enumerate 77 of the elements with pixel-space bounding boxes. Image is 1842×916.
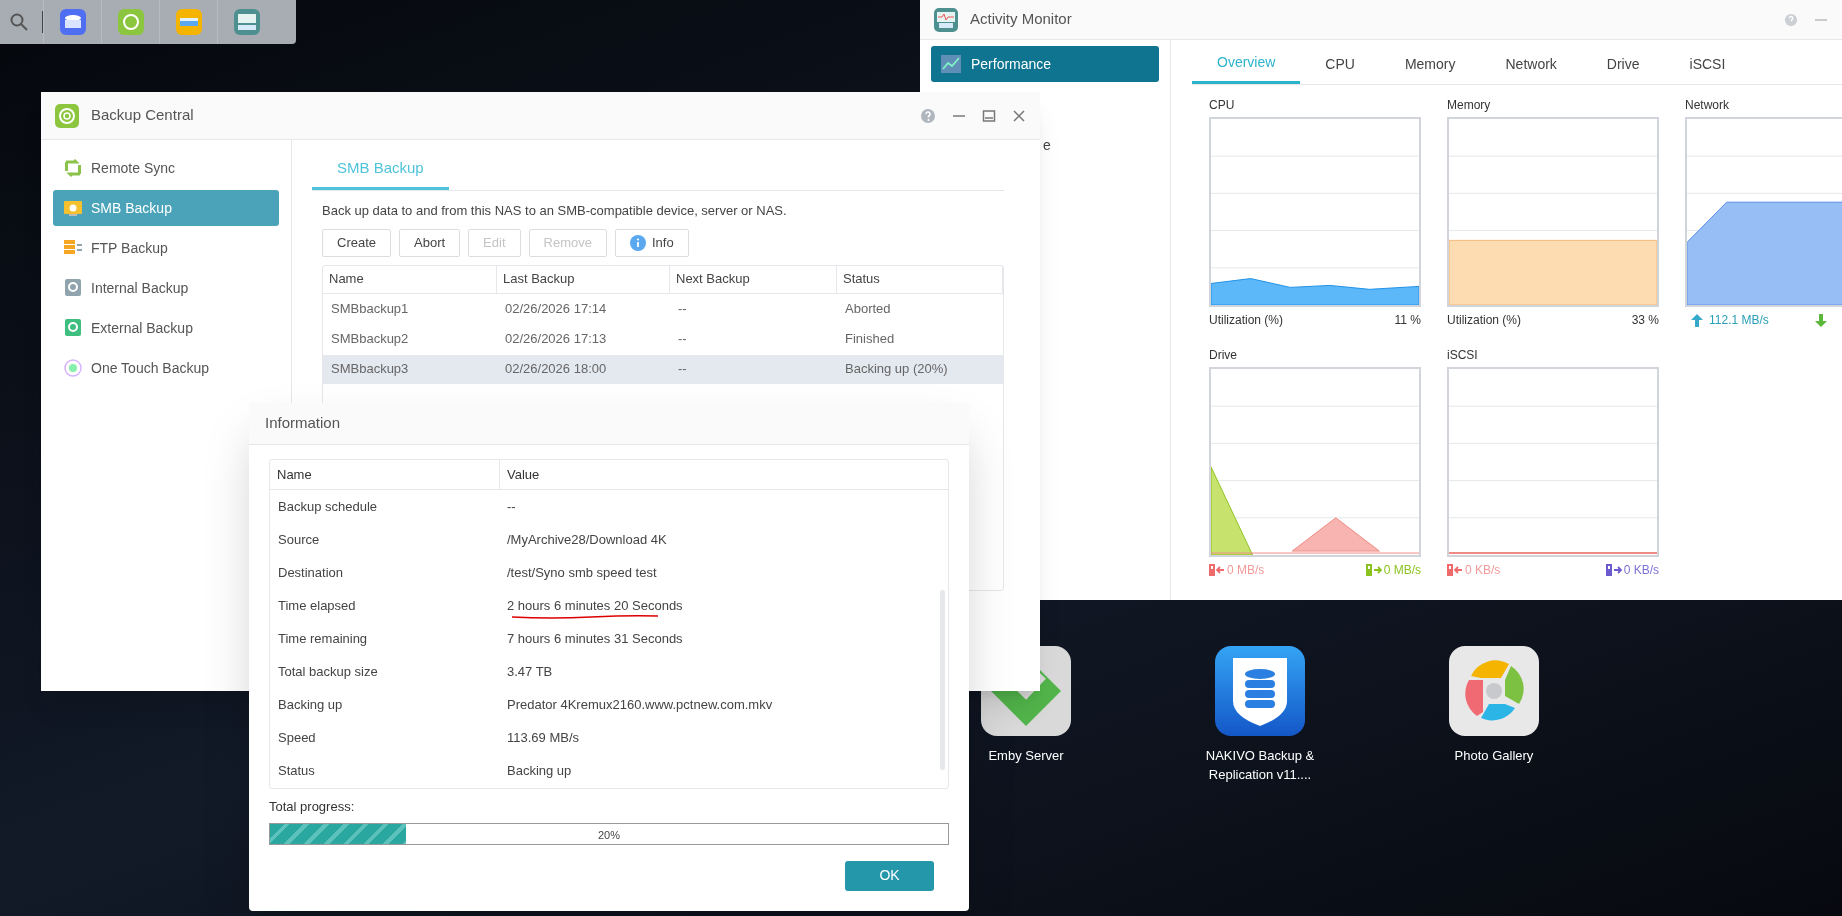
tab[interactable]: Network [1480, 44, 1582, 84]
table-cell-text: 02/26/2026 17:14 [504, 300, 608, 319]
table-cell: Predator 4Kremux2160.www.pctnew.com.mkv [507, 696, 773, 712]
write-speed: 0 MB/s [1383, 562, 1421, 579]
table-cell-text: Status [277, 761, 316, 780]
sidebar-item[interactable]: e [1043, 127, 1051, 163]
column-header[interactable]: Name [323, 265, 497, 293]
read-speed: 0 MB/s [1227, 562, 1265, 579]
sidebar-item[interactable]: FTP Backup [53, 230, 279, 266]
panel-title: CPU [1209, 97, 1236, 113]
table-cell: Backing up [507, 762, 572, 778]
table-cell: 3.47 TB [507, 663, 553, 679]
table-cell: 7 hours 6 minutes 31 Seconds [507, 630, 683, 646]
table-cell-text: 02/26/2026 18:00 [504, 360, 608, 379]
table-row[interactable]: SMBbackup3 02/26/2026 18:00 -- Backing up (20%) [323, 354, 1003, 384]
toolbar-button[interactable]: Abort [399, 228, 461, 257]
progress-label: Total progress: [269, 798, 356, 816]
window-title: Backup Central [91, 105, 194, 126]
table-cell-text: Finished [844, 330, 896, 349]
table-cell-text: -- [677, 360, 688, 379]
table-cell-text: Time elapsed [277, 596, 357, 615]
sidebar-item[interactable]: Remote Sync [53, 150, 279, 186]
upload-speed: 112.1 MB/s [1709, 312, 1769, 329]
table-cell: 2 hours 6 minutes 20 Seconds [507, 597, 683, 613]
table-cell-text: Speed [277, 728, 317, 747]
window-title: Activity Monitor [970, 9, 1072, 30]
table-row[interactable]: SMBbackup1 02/26/2026 17:14 -- Aborted [323, 294, 1003, 324]
app-label: NAKIVO Backup & Replication v11.... [1204, 747, 1316, 784]
utilization-label: Utilization (%) [1209, 312, 1283, 329]
table-cell: 113.69 MB/s [507, 729, 580, 745]
utilization-value: 11 % [1394, 312, 1421, 329]
panel-title: Drive [1209, 347, 1238, 363]
progress-text: 20% [598, 827, 620, 843]
toolbar-button[interactable]: Create [322, 228, 392, 257]
panel-title: iSCSI [1447, 347, 1479, 363]
table-cell-text: -- [677, 330, 688, 349]
table-cell-text: SMBbackup2 [330, 330, 410, 349]
table-cell-text: Backing up [277, 695, 344, 714]
table-cell-text: Destination [277, 563, 345, 582]
table-cell-text: Source [277, 530, 321, 549]
table-cell-text: 02/26/2026 17:13 [504, 330, 608, 349]
toolbar-button[interactable]: Info [614, 228, 689, 257]
table-cell: -- [507, 498, 516, 514]
tab[interactable]: CPU [1300, 44, 1380, 84]
column-header[interactable]: Value [500, 460, 948, 489]
table-cell: /test/Syno smb speed test [507, 564, 657, 580]
sidebar-item[interactable]: External Backup [53, 310, 279, 346]
write-speed: 0 KB/s [1623, 562, 1659, 579]
panel-title: Network [1685, 97, 1730, 113]
utilization-value: 33 % [1631, 312, 1659, 329]
utilization-label: Utilization (%) [1447, 312, 1521, 329]
table-cell-text: Total backup size [277, 662, 379, 681]
table-cell-text: Backing up (20%) [844, 360, 949, 379]
description: Back up data to and from this NAS to an SMB-compatible device, server or NAS. [322, 202, 788, 220]
sidebar-item[interactable]: One Touch Backup [53, 350, 279, 386]
app-label: Photo Gallery [1453, 747, 1535, 765]
table-cell-text: Backup schedule [277, 497, 378, 516]
dialog-title: Information [265, 413, 341, 434]
table-cell-text: -- [677, 300, 688, 319]
table-cell-text: SMBbackup3 [330, 360, 410, 379]
table-cell: /MyArchive28/Download 4K [507, 531, 667, 547]
table-cell-text: Time remaining [277, 629, 369, 648]
sidebar-item[interactable]: Internal Backup [53, 270, 279, 306]
column-header[interactable]: Status [837, 265, 1003, 293]
table-row[interactable]: SMBbackup2 02/26/2026 17:13 -- Finished [323, 324, 1003, 354]
table-cell-text: Aborted [844, 300, 892, 319]
tab[interactable]: iSCSI [1664, 44, 1751, 84]
read-speed: 0 KB/s [1465, 562, 1501, 579]
column-header[interactable]: Last Backup [497, 265, 670, 293]
column-header[interactable]: Next Backup [670, 265, 837, 293]
sidebar-item[interactable]: Performance [931, 46, 1159, 82]
app-label: Emby Server [987, 747, 1065, 765]
tab[interactable]: Memory [1379, 44, 1481, 84]
table-cell-text: SMBbackup1 [330, 300, 410, 319]
tab[interactable]: Drive [1581, 44, 1665, 84]
panel-title: Memory [1447, 97, 1492, 113]
column-header[interactable]: Name [270, 460, 500, 489]
